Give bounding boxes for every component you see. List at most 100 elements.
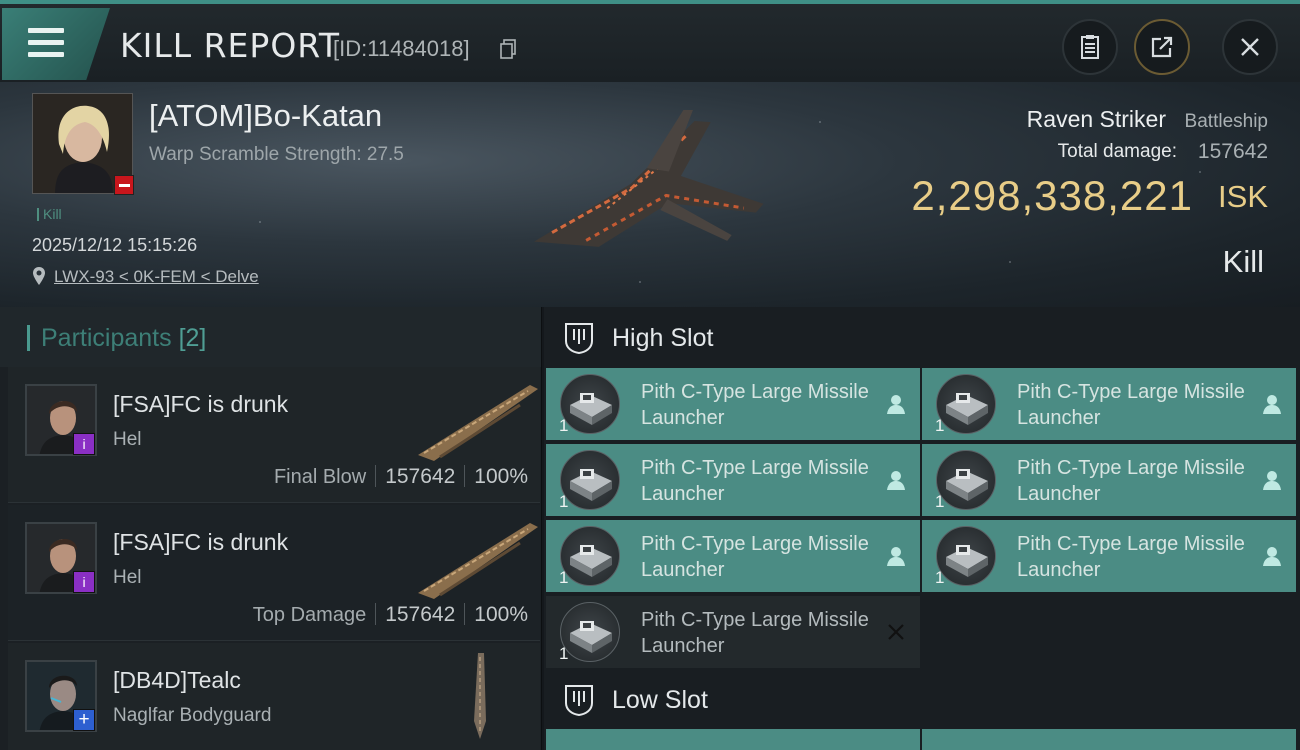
top-bar: KILL REPORT [ID:11484018] [0, 0, 1300, 82]
missile-launcher-icon [560, 602, 620, 662]
low-slot-icon [565, 685, 593, 717]
module-quantity: 1 [559, 416, 569, 435]
low-slot-module-partial[interactable] [922, 729, 1296, 750]
high-slot-module[interactable]: 1 Pith C-Type Large Missile Launcher [546, 596, 920, 668]
module-name: Pith C-Type Large Missile Launcher [641, 609, 869, 657]
participants-header: Participants [2] [0, 307, 541, 367]
fitting-panel: High Slot 1 Pith C-Type Large Missile Lau… [544, 307, 1300, 750]
participant-ship: Naglfar Bodyguard [113, 705, 272, 726]
module-quantity: 1 [559, 568, 569, 587]
module-quantity: 1 [559, 644, 569, 663]
divider [375, 465, 377, 487]
hamburger-icon-line [28, 40, 64, 45]
participant-row[interactable]: + [DB4D]Tealc Naglfar Bodyguard [8, 643, 540, 750]
fitted-person-icon [1263, 547, 1281, 566]
module-quantity: 1 [559, 492, 569, 511]
participant-ship: Hel [113, 567, 142, 588]
victim-ship-image [533, 110, 764, 247]
high-slot-title: High Slot [612, 324, 714, 352]
participant-row[interactable]: i [FSA]FC is drunk Hel Top Damage 157642 1… [8, 505, 540, 641]
location-pin-icon [33, 267, 45, 285]
high-slot-module[interactable]: 1 Pith C-Type Large Missile Launcher [546, 368, 920, 440]
divider [375, 603, 377, 625]
total-damage-label: Total damage: [1057, 141, 1177, 162]
close-icon [1241, 38, 1259, 56]
module-name: Pith C-Type Large Missile Launcher [1017, 457, 1245, 505]
participant-role: Top Damage [252, 604, 367, 626]
report-id: [ID:11484018] [333, 36, 470, 61]
kill-result: Kill [1222, 244, 1264, 279]
high-slot-module[interactable]: 1 Pith C-Type Large Missile Launcher [922, 444, 1296, 516]
menu-button[interactable] [2, 8, 110, 80]
victim-name[interactable]: [ATOM]Bo-Katan [149, 98, 382, 134]
participants-title: Participants [2] [41, 324, 206, 353]
warp-scramble-strength: Warp Scramble Strength: 27.5 [149, 144, 404, 165]
hostile-status-badge [114, 175, 134, 195]
fitted-person-icon [1263, 471, 1281, 490]
missile-launcher-icon [936, 450, 996, 510]
participant-ship-image [418, 385, 538, 461]
missile-launcher-icon [936, 374, 996, 434]
module-quantity: 1 [935, 568, 945, 587]
participant-ship-image [474, 653, 486, 739]
participants-label: Participants [41, 324, 172, 352]
participant-damage: 157642 [385, 603, 456, 626]
clipboard-icon [1081, 35, 1099, 59]
close-button[interactable] [1222, 19, 1278, 75]
participant-damage: 157642 [385, 465, 456, 488]
module-name: Pith C-Type Large Missile Launcher [1017, 381, 1245, 429]
copy-icon[interactable] [500, 39, 516, 59]
kill-tag: Kill [37, 206, 62, 222]
divider [464, 465, 466, 487]
kill-datetime: 2025/12/12 15:15:26 [32, 235, 198, 255]
participant-name[interactable]: [FSA]FC is drunk [113, 529, 288, 556]
high-slot-module[interactable]: 1 Pith C-Type Large Missile Launcher [922, 368, 1296, 440]
high-slot-module[interactable]: 1 Pith C-Type Large Missile Launcher [546, 444, 920, 516]
isk-unit: ISK [1218, 179, 1268, 214]
fitted-person-icon [1263, 395, 1281, 414]
participants-count: [2] [178, 324, 207, 352]
missile-launcher-icon [560, 374, 620, 434]
divider [464, 603, 466, 625]
module-name: Pith C-Type Large Missile Launcher [1017, 533, 1245, 581]
share-button[interactable] [1134, 19, 1190, 75]
fitted-person-icon [887, 547, 905, 566]
location-link[interactable]: LWX-93 < 0K-FEM < Delve [54, 267, 259, 287]
hamburger-icon [28, 28, 64, 33]
participant-stats: Top Damage 157642 100% [253, 603, 528, 627]
missile-launcher-icon [936, 526, 996, 586]
clipboard-button[interactable] [1062, 19, 1118, 75]
high-slot-module[interactable]: 1 Pith C-Type Large Missile Launcher [546, 520, 920, 592]
module-quantity: 1 [935, 492, 945, 511]
low-slot-title: Low Slot [612, 686, 708, 714]
participants-panel: Participants [2] i [FSA]FC is drunk Hel … [0, 307, 542, 750]
module-quantity: 1 [935, 416, 945, 435]
corp-role-badge: i [73, 571, 95, 593]
isk-value: 2,298,338,221 [911, 172, 1193, 219]
missile-launcher-icon [560, 526, 620, 586]
high-slot-header: High Slot [544, 307, 1300, 367]
high-slot-module[interactable]: 1 Pith C-Type Large Missile Launcher [922, 520, 1296, 592]
module-name: Pith C-Type Large Missile Launcher [641, 457, 869, 505]
corp-role-badge: + [73, 709, 95, 731]
fitted-person-icon [887, 471, 905, 490]
participant-name[interactable]: [DB4D]Tealc [113, 667, 241, 694]
participant-damage-percent: 100% [474, 465, 528, 488]
share-icon [1151, 36, 1173, 58]
missile-launcher-icon [560, 450, 620, 510]
fitted-person-icon [887, 395, 905, 414]
participant-ship-image [418, 523, 538, 599]
hamburger-icon-line [28, 52, 64, 57]
participant-role: Final Blow [273, 466, 367, 488]
section-accent-bar [27, 325, 30, 351]
participant-row[interactable]: i [FSA]FC is drunk Hel Final Blow 157642 1… [8, 367, 540, 503]
low-slot-header: Low Slot [544, 669, 1300, 729]
low-slot-module-partial[interactable] [546, 729, 920, 750]
participant-damage-percent: 100% [474, 603, 528, 626]
victim-banner: [ATOM]Bo-Katan Warp Scramble Strength: 2… [0, 82, 1300, 307]
participant-stats: Final Blow 157642 100% [274, 465, 528, 489]
victim-ship-name[interactable]: Raven Striker [1027, 106, 1166, 133]
corp-role-badge: i [73, 433, 95, 455]
participant-name[interactable]: [FSA]FC is drunk [113, 391, 288, 418]
module-name: Pith C-Type Large Missile Launcher [641, 381, 869, 429]
